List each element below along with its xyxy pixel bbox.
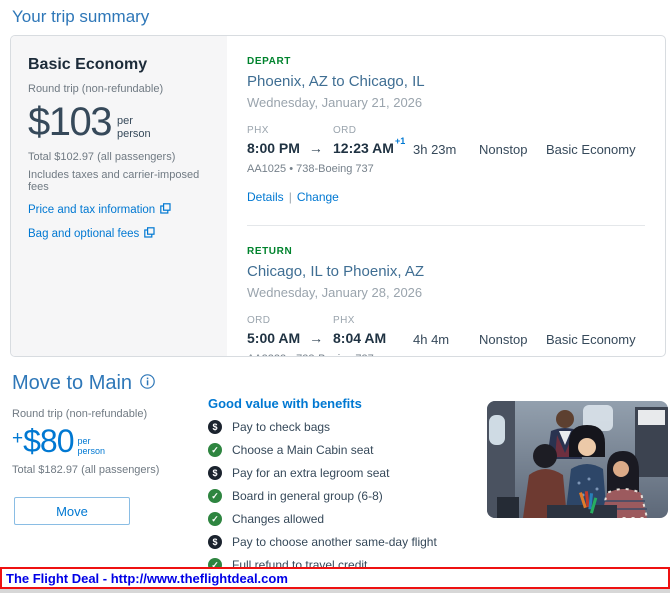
dollar-circle-icon: $ — [208, 420, 222, 434]
benefit-item: $ Pay for an extra legroom seat — [208, 466, 488, 480]
depart-slice: DEPART Phoenix, AZ to Chicago, IL Wednes… — [247, 36, 645, 204]
benefit-item: $ Pay to choose another same-day flight — [208, 535, 488, 549]
benefit-item: ✓ Changes allowed — [208, 512, 488, 526]
depart-time-block: PHX ORD 8:00 PM → 12:23 AM +1 — [247, 125, 413, 157]
benefit-item: $ Pay to check bags — [208, 420, 488, 434]
person-label: person — [116, 127, 151, 140]
depart-dest-code: ORD — [333, 125, 357, 136]
depart-details-link[interactable]: Details — [247, 190, 284, 204]
return-origin-code: ORD — [247, 315, 271, 326]
dollar-circle-icon: $ — [208, 535, 222, 549]
depart-flight-row: PHX ORD 8:00 PM → 12:23 AM +1 3h 23m Non… — [247, 125, 645, 157]
flight-slices: DEPART Phoenix, AZ to Chicago, IL Wednes… — [227, 36, 665, 356]
link-separator: | — [288, 190, 292, 204]
benefit-label: Board in general group (6-8) — [232, 489, 383, 503]
check-circle-icon: ✓ — [208, 443, 222, 457]
move-price-unit: per person — [78, 436, 106, 457]
benefit-label: Pay to check bags — [232, 420, 331, 434]
depart-flight-info: AA1025 • 738-Boeing 737 — [247, 163, 374, 175]
depart-date: Wednesday, January 21, 2026 — [247, 95, 423, 110]
benefits-list: Good value with benefits $ Pay to check … — [208, 396, 488, 572]
depart-change-link[interactable]: Change — [297, 190, 339, 204]
move-to-main-section: Move to Main Round trip (non-refundable)… — [12, 372, 668, 572]
per-label: per — [116, 115, 133, 127]
fare-price-amount: $103 — [28, 100, 112, 144]
return-stops: Nonstop — [479, 332, 528, 347]
depart-origin-code: PHX — [247, 125, 269, 136]
benefit-label: Choose a Main Cabin seat — [232, 443, 374, 457]
depart-departure-time: 8:00 PM — [247, 140, 300, 156]
return-time-block: ORD PHX 5:00 AM → 8:04 AM — [247, 315, 413, 347]
price-tax-info-label: Price and tax information — [28, 204, 156, 216]
depart-arrival-time: 12:23 AM — [333, 140, 394, 156]
dollar-circle-icon: $ — [208, 466, 222, 480]
move-price-amount: $80 — [23, 423, 74, 459]
return-dest-code: PHX — [333, 315, 355, 326]
return-flight-info: AA2222 • 738-Boeing 737 — [247, 353, 645, 356]
move-button[interactable]: Move — [14, 497, 130, 525]
page-title: Your trip summary — [12, 7, 150, 26]
bag-optional-fees-link[interactable]: Bag and optional fees — [28, 227, 210, 241]
benefit-label: Pay to choose another same-day flight — [232, 535, 437, 549]
move-to-main-title: Move to Main — [12, 372, 133, 394]
fare-price: $103 per person — [28, 102, 210, 142]
depart-cabin: Basic Economy — [546, 142, 636, 157]
fare-panel: Basic Economy Round trip (non-refundable… — [11, 36, 227, 356]
return-slice: RETURN Chicago, IL to Phoenix, AZ Wednes… — [247, 226, 645, 356]
depart-duration: 3h 23m — [413, 142, 457, 157]
fare-price-unit: per person — [117, 115, 151, 140]
flight-deal-link[interactable]: The Flight Deal - http://www.theflightde… — [2, 571, 288, 586]
per-label: per — [77, 436, 91, 446]
bottom-strip — [0, 589, 670, 593]
cabin-family-photo — [487, 401, 668, 518]
benefit-label: Pay for an extra legroom seat — [232, 466, 390, 480]
fare-taxes-note: Includes taxes and carrier-imposed fees — [28, 169, 200, 193]
depart-label: DEPART — [247, 56, 291, 67]
benefit-label: Changes allowed — [232, 512, 325, 526]
return-arrival-time: 8:04 AM — [333, 330, 387, 346]
flight-deal-banner: The Flight Deal - http://www.theflightde… — [0, 567, 670, 589]
fare-trip-type: Round trip (non-refundable) — [28, 83, 164, 95]
price-tax-info-link[interactable]: Price and tax information — [28, 203, 210, 217]
fare-name: Basic Economy — [28, 56, 148, 73]
return-duration: 4h 4m — [413, 332, 450, 347]
trip-summary-page: Your trip summary Basic Economy Round tr… — [0, 0, 670, 593]
bag-optional-fees-label: Bag and optional fees — [28, 228, 140, 240]
return-flight-row: ORD PHX 5:00 AM → 8:04 AM 4h 4m Nonstop … — [247, 315, 645, 347]
return-route: Chicago, IL to Phoenix, AZ — [247, 263, 425, 280]
return-date: Wednesday, January 28, 2026 — [247, 285, 423, 300]
depart-stops: Nonstop — [479, 142, 528, 157]
check-circle-icon: ✓ — [208, 512, 222, 526]
return-departure-time: 5:00 AM — [247, 330, 301, 346]
external-window-icon — [160, 203, 171, 217]
benefits-title: Good value with benefits — [208, 396, 362, 411]
arrow-right-icon: → — [308, 140, 323, 156]
move-price-prefix: + — [12, 428, 24, 449]
fare-total: Total $102.97 (all passengers) — [28, 151, 176, 163]
check-circle-icon: ✓ — [208, 489, 222, 503]
depart-route: Phoenix, AZ to Chicago, IL — [247, 73, 425, 90]
return-label: RETURN — [247, 246, 293, 257]
person-label: person — [77, 446, 106, 457]
arrow-right-icon: → — [309, 330, 324, 346]
next-day-badge: +1 — [394, 136, 406, 146]
benefit-item: ✓ Choose a Main Cabin seat — [208, 443, 488, 457]
external-window-icon — [144, 227, 155, 241]
benefit-item: ✓ Board in general group (6-8) — [208, 489, 488, 503]
info-icon[interactable] — [140, 373, 155, 394]
trip-summary-card: Basic Economy Round trip (non-refundable… — [10, 35, 666, 357]
return-cabin: Basic Economy — [546, 332, 636, 347]
